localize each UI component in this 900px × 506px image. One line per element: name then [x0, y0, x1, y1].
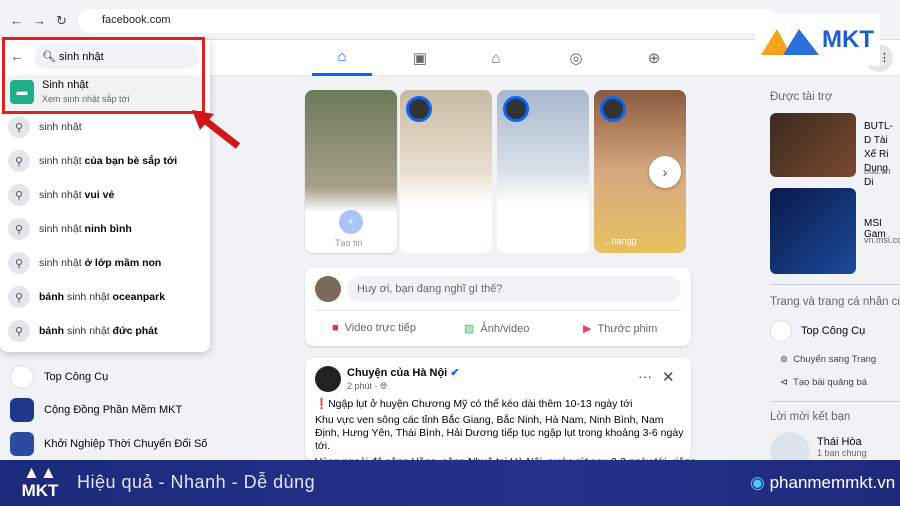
post-author[interactable]: Chuyện của Hà Nội ✔ — [347, 366, 460, 379]
reels-icon: ▶ — [583, 323, 592, 335]
slogan: Hiệu quả - Nhanh - Dễ dùng — [77, 472, 316, 492]
plus-icon: + — [339, 210, 363, 234]
search-suggestion[interactable]: ⚲ sinh nhật vui vẻ — [8, 182, 203, 208]
switch-page-link[interactable]: ⊚ Chuyển sang Trang — [780, 354, 876, 365]
highlight-box — [2, 37, 205, 114]
page-name[interactable]: Top Công Cụ — [801, 325, 865, 337]
shortcut-khoi-nghiep[interactable]: Khởi Nghiệp Thời Chuyển Đổi Số — [10, 432, 207, 456]
reels-button[interactable]: ▶ Thước phim — [583, 322, 657, 336]
more-options-icon[interactable]: ··· — [638, 368, 652, 384]
shortcut-top-cong-cu[interactable]: Top Công Cụ — [10, 365, 108, 389]
story-avatar — [406, 96, 432, 122]
pages-heading: Trang và trang cá nhân củ — [770, 296, 900, 308]
tab-video[interactable]: ▣ — [390, 40, 450, 76]
search-icon: ⚲ — [8, 184, 30, 206]
mutual-friends: 1 bạn chung — [817, 448, 867, 458]
post-time[interactable]: 2 phút · 🌐︎ — [347, 381, 387, 392]
promote-link[interactable]: ⊲ Tạo bài quảng bá — [780, 377, 867, 388]
story-card[interactable] — [497, 90, 589, 253]
post-body: Khu vực ven sông các tỉnh Bắc Giang, Bắc… — [315, 414, 684, 452]
search-suggestion[interactable]: ⚲ bánh sinh nhật đức phát — [8, 318, 203, 344]
ad-image[interactable] — [770, 113, 856, 177]
live-video-icon: ■ — [332, 322, 339, 334]
forward-icon[interactable]: → — [33, 13, 46, 28]
close-icon[interactable]: ✕ — [662, 368, 675, 386]
tab-marketplace[interactable]: ⌂ — [466, 40, 526, 76]
switch-profile-icon: ⊚ — [780, 354, 788, 365]
sponsored-heading: Được tài trợ — [770, 91, 833, 103]
search-icon: ⚲ — [8, 218, 30, 240]
search-suggestion[interactable]: ⚲ sinh nhật của bạn bè sắp tới — [8, 148, 203, 174]
ad-domain: vn.msi.com — [864, 235, 900, 245]
post-title: ❗Ngập lụt ở huyện Chương Mỹ có thể kéo d… — [315, 398, 633, 410]
mkt-banner: ▲▲ MKT Hiệu quả - Nhanh - Dễ dùng ◉ phanm… — [0, 460, 900, 506]
globe-icon: ◉ — [750, 473, 765, 492]
user-avatar — [315, 276, 341, 302]
friend-name[interactable]: Thái Hòa — [817, 436, 862, 448]
page-avatar — [770, 320, 792, 342]
story-card[interactable] — [400, 90, 492, 253]
photo-video-button[interactable]: ▨ Ảnh/video — [464, 322, 529, 336]
verified-icon: ✔ — [450, 367, 460, 379]
video-icon: ▣ — [412, 50, 428, 67]
mkt-watermark-logo: MKT — [755, 14, 880, 66]
search-icon: ⚲ — [8, 320, 30, 342]
ad-domain: butl.vn — [864, 166, 891, 176]
create-story-card[interactable]: + Tạo tin — [305, 90, 397, 253]
website[interactable]: ◉ phanmemmkt.vn — [750, 473, 895, 493]
back-icon[interactable]: ← — [10, 13, 23, 28]
ad-title[interactable]: BUTL- D Tài Xế Ri Dụng Di — [864, 120, 900, 190]
home-icon: ⌂ — [337, 48, 347, 65]
search-icon: ⚲ — [8, 252, 30, 274]
globe-icon: 🌐︎ — [380, 381, 388, 391]
search-suggestion[interactable]: ⚲ bánh sinh nhật oceanpark — [8, 284, 203, 310]
mkt-logo: ▲▲ MKT — [21, 463, 59, 500]
status-input[interactable]: Huy ơi, bạn đang nghĩ gì thế? — [347, 276, 681, 302]
store-icon: ⌂ — [491, 49, 501, 67]
address-bar[interactable]: facebook.com — [78, 9, 778, 33]
friend-requests-heading: Lời mời kết bạn — [770, 411, 851, 423]
gaming-icon: ⊕ — [647, 50, 661, 67]
search-suggestion[interactable]: ⚲ sinh nhật ninh bình — [8, 216, 203, 242]
photo-icon: ▨ — [464, 323, 475, 335]
ad-image[interactable] — [770, 188, 856, 274]
tab-gaming[interactable]: ⊕ — [624, 40, 684, 76]
megaphone-icon: ⊲ — [780, 377, 788, 388]
tab-groups[interactable]: ◎ — [546, 40, 606, 76]
tab-home[interactable]: ⌂ — [312, 40, 372, 76]
shortcut-cong-dong-mkt[interactable]: Cộng Đồng Phần Mềm MKT — [10, 398, 182, 422]
live-video-button[interactable]: ■ Video trực tiếp — [332, 322, 416, 334]
feed-post: Chuyện của Hà Nội ✔ 2 phút · 🌐︎ ··· ✕ ❗N… — [305, 358, 696, 468]
search-icon: ⚲ — [8, 150, 30, 172]
story-avatar — [503, 96, 529, 122]
search-icon: ⚲ — [8, 286, 30, 308]
page-avatar[interactable] — [315, 366, 341, 392]
groups-icon: ◎ — [569, 50, 583, 67]
next-stories-button[interactable]: › — [649, 156, 681, 188]
search-icon: ⚲ — [8, 116, 30, 138]
story-avatar — [600, 96, 626, 122]
reload-icon[interactable]: ↻ — [56, 13, 67, 29]
red-arrow-annotation — [192, 110, 241, 149]
search-suggestion[interactable]: ⚲ sinh nhật — [8, 114, 203, 140]
search-suggestion[interactable]: ⚲ sinh nhật ở lớp mầm non — [8, 250, 203, 276]
